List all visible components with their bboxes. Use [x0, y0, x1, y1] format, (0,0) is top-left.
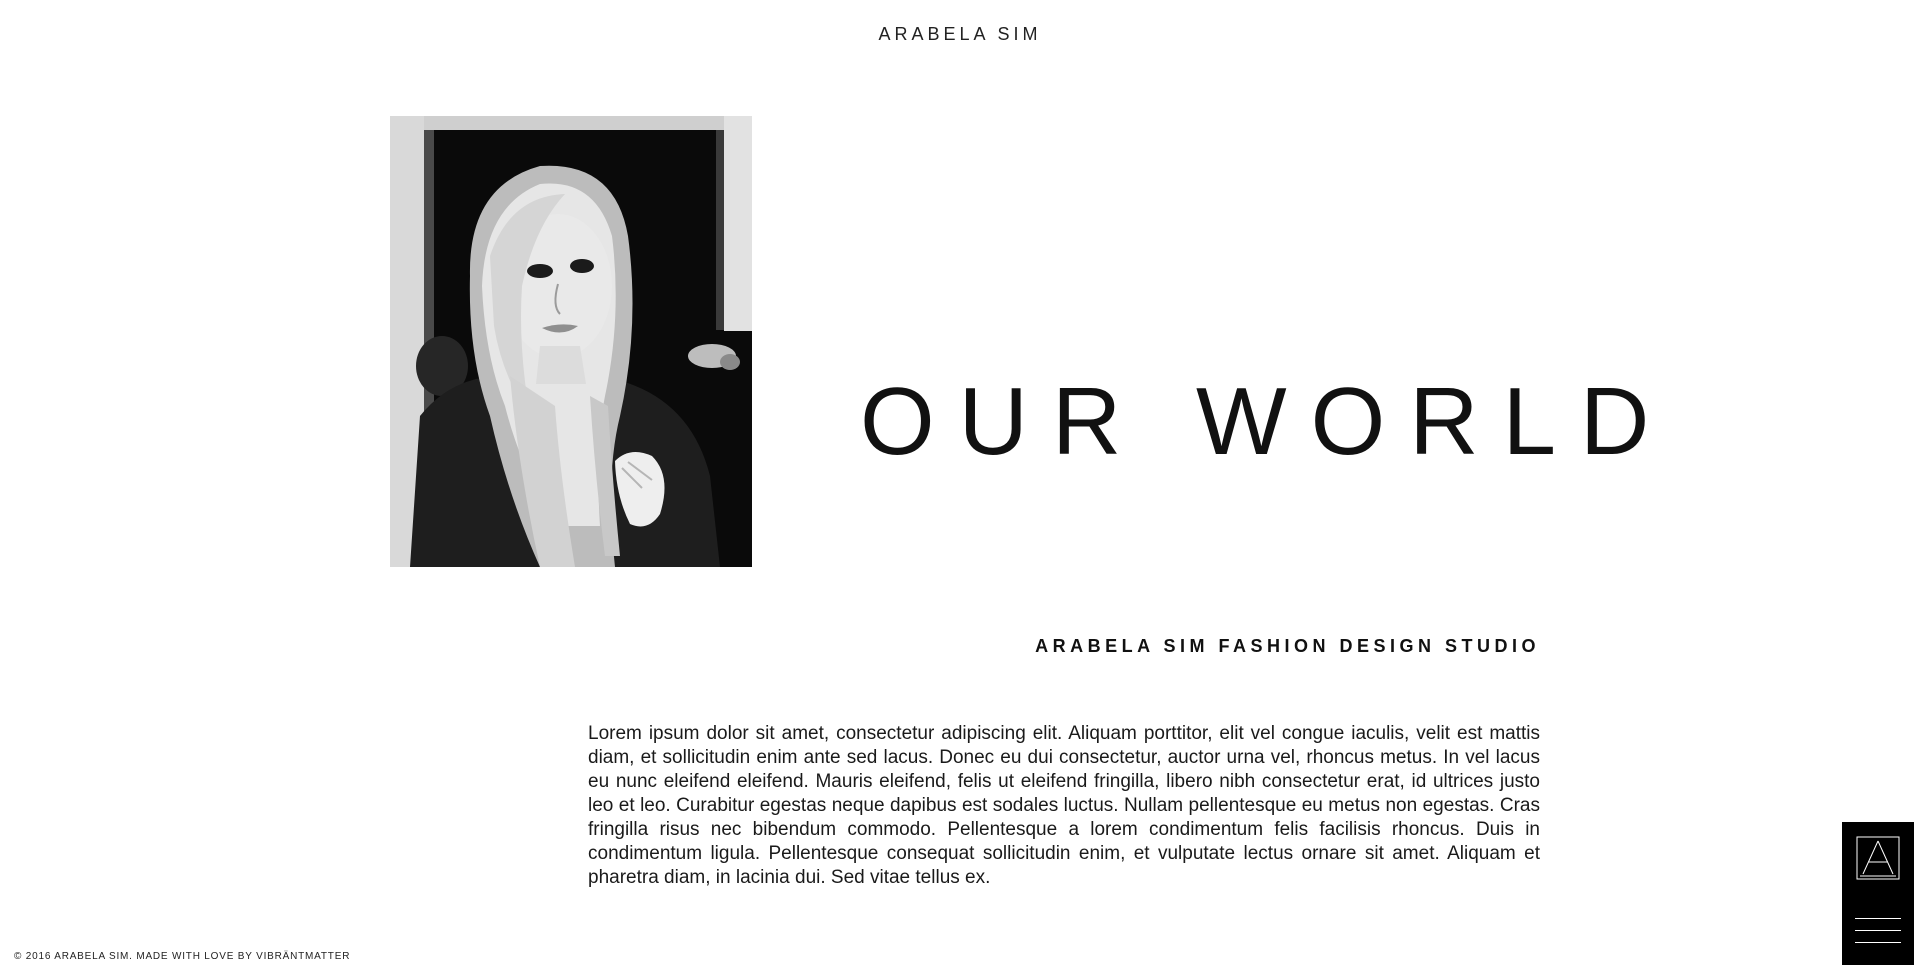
- hamburger-menu-icon[interactable]: [1855, 918, 1901, 944]
- site-title-link[interactable]: ARABELA SIM: [0, 24, 1920, 45]
- side-navigation-panel: [1842, 822, 1914, 965]
- page: ARABELA SIM OUR WORLD ARABELA SIM FASHIO…: [0, 0, 1920, 974]
- portrait-photo: [390, 116, 752, 567]
- menu-bar-bottom: [1855, 942, 1901, 943]
- page-headline: OUR WORLD: [860, 368, 1674, 475]
- menu-bar-middle: [1855, 930, 1901, 931]
- menu-bar-top: [1855, 918, 1901, 919]
- footer-copyright: © 2016 ARABELA SIM. MADE WITH LOVE BY VI…: [14, 951, 351, 962]
- intro-paragraph: Lorem ipsum dolor sit amet, consectetur …: [588, 723, 1540, 888]
- studio-subheading: ARABELA SIM FASHION DESIGN STUDIO: [1035, 636, 1540, 656]
- triangle-a-logo-icon[interactable]: [1856, 836, 1900, 880]
- portrait-illustration: [390, 116, 752, 567]
